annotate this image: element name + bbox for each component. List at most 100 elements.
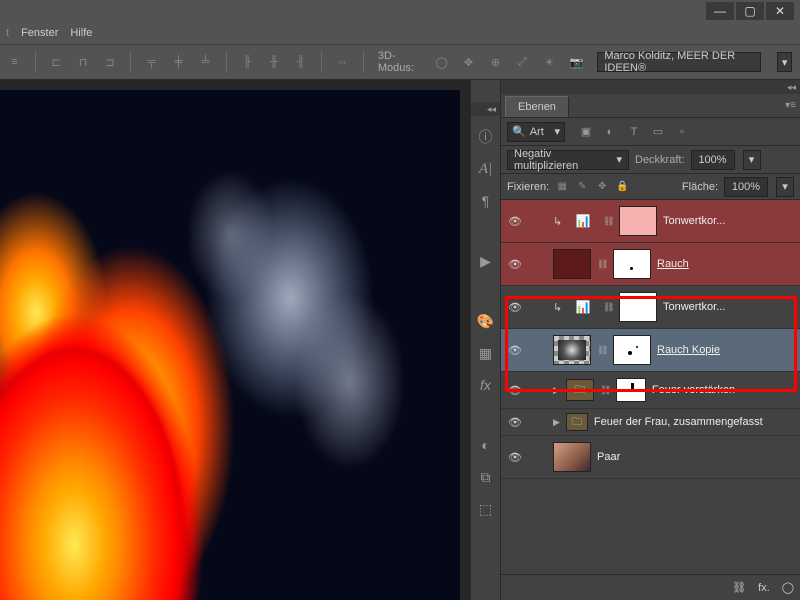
minimize-button[interactable]: — <box>706 2 734 20</box>
fill-label: Fläche: <box>682 181 718 193</box>
layer-row[interactable]: 👁 ▶ 🗀 ⛓ Feuer verstärken <box>501 372 800 409</box>
visibility-icon[interactable]: 👁 <box>507 414 523 430</box>
lock-row: Fixieren: ▦ ✎ ✥ 🔒 Fläche: 100% ▾ <box>501 174 800 200</box>
workspace-label: Marco Kolditz, MEER DER IDEEN® <box>604 50 754 74</box>
color-panel-icon[interactable]: ▦ <box>475 342 497 364</box>
dist-mid-icon[interactable]: ╪ <box>172 54 185 70</box>
layer-name[interactable]: Tonwertkor... <box>663 215 794 227</box>
lock-transparency-icon[interactable]: ▦ <box>555 180 569 194</box>
paths-panel-icon[interactable]: ⬚ <box>475 498 497 520</box>
fill-dropdown-icon[interactable]: ▾ <box>776 177 794 197</box>
dist-bot-icon[interactable]: ╧ <box>199 54 212 70</box>
workspace-dropdown-icon[interactable]: ▾ <box>777 52 792 72</box>
layer-thumb[interactable] <box>553 442 591 472</box>
layer-row[interactable]: 👁 ⛓ Rauch <box>501 243 800 286</box>
mode3d-label: 3D-Modus: <box>378 50 421 74</box>
layer-name[interactable]: Paar <box>597 451 794 463</box>
opacity-value[interactable]: 100% <box>691 150 735 170</box>
opacity-dropdown-icon[interactable]: ▾ <box>743 150 761 170</box>
layer-thumb[interactable] <box>553 335 591 365</box>
layer-row[interactable]: 👁 ↳ 📊 ⛓ Tonwertkor... <box>501 286 800 329</box>
layer-name[interactable]: Feuer verstärken <box>652 384 794 396</box>
fill-value[interactable]: 100% <box>724 177 768 197</box>
move3d-icon[interactable]: ⊕ <box>489 54 502 70</box>
camera-icon[interactable]: 📷 <box>570 54 584 70</box>
lock-position-icon[interactable]: ✥ <box>595 180 609 194</box>
layer-thumb[interactable] <box>553 249 591 279</box>
expand-icon[interactable]: ▶ <box>553 385 560 396</box>
dist-top-icon[interactable]: ╤ <box>145 54 158 70</box>
visibility-icon[interactable]: 👁 <box>507 382 523 398</box>
layer-name[interactable]: Rauch Kopie <box>657 344 794 356</box>
close-button[interactable]: ✕ <box>766 2 794 20</box>
layer-panel-bottom: ⛓ fx. ◯ <box>501 574 800 600</box>
menu-hilfe[interactable]: Hilfe <box>70 27 92 39</box>
light-icon[interactable]: ☀ <box>543 54 556 70</box>
dist-h3-icon[interactable]: ╢ <box>294 54 307 70</box>
mask-thumb[interactable] <box>613 335 651 365</box>
styles-panel-icon[interactable]: fx <box>475 374 497 396</box>
panel-menu-icon[interactable]: ▾≡ <box>785 100 796 111</box>
canvas-area[interactable] <box>0 80 470 600</box>
canvas[interactable] <box>0 90 460 600</box>
layer-row[interactable]: 👁 ↳ 📊 ⛓ Tonwertkor... <box>501 200 800 243</box>
filter-kind-select[interactable]: 🔍 Art ▾ <box>507 122 565 142</box>
space-icon[interactable]: ⇔ <box>336 54 349 70</box>
layer-row[interactable]: 👁 ▶ 🗀 Feuer der Frau, zusammengefasst <box>501 409 800 436</box>
layer-name[interactable]: Feuer der Frau, zusammengefasst <box>594 416 794 428</box>
lock-pixels-icon[interactable]: ✎ <box>575 180 589 194</box>
visibility-icon[interactable]: 👁 <box>507 299 523 315</box>
info-panel-icon[interactable]: ⓘ <box>475 126 497 148</box>
flame-graphic <box>0 90 340 600</box>
workspace-select[interactable]: Marco Kolditz, MEER DER IDEEN® <box>597 52 761 72</box>
adjustments-panel-icon[interactable]: ◐ <box>475 434 497 456</box>
visibility-icon[interactable]: 👁 <box>507 342 523 358</box>
fx-button[interactable]: fx. <box>758 582 770 594</box>
character-panel-icon[interactable]: A| <box>475 158 497 180</box>
mask-thumb[interactable] <box>619 292 657 322</box>
filter-image-icon[interactable]: ▣ <box>579 125 593 139</box>
align-icon[interactable]: ≡ <box>8 54 21 70</box>
filter-type-icon[interactable]: T <box>627 125 641 139</box>
layer-name[interactable]: Tonwertkor... <box>663 301 794 313</box>
pan-icon[interactable]: ✥ <box>462 54 475 70</box>
layer-list[interactable]: 👁 ↳ 📊 ⛓ Tonwertkor... 👁 ⛓ Rauch 👁 <box>501 200 800 574</box>
filter-adjust-icon[interactable]: ◐ <box>603 125 617 139</box>
menu-fenster[interactable]: Fenster <box>21 27 58 39</box>
orbit-icon[interactable]: ◯ <box>435 54 448 70</box>
folder-icon: 🗀 <box>566 379 594 401</box>
lock-all-icon[interactable]: 🔒 <box>615 180 629 194</box>
dist-h1-icon[interactable]: ╟ <box>241 54 254 70</box>
panel-collapse-icon[interactable]: ◂◂ <box>501 80 800 94</box>
mask-thumb[interactable] <box>613 249 651 279</box>
collapse-arrow-icon[interactable]: ◂◂ <box>471 102 500 116</box>
expand-icon[interactable]: ▶ <box>553 417 560 428</box>
blend-mode-select[interactable]: Negativ multiplizieren ▾ <box>507 150 629 170</box>
visibility-icon[interactable]: 👁 <box>507 256 523 272</box>
link-icon: ⛓ <box>597 345 607 356</box>
link-layers-icon[interactable]: ⛓ <box>732 581 746 594</box>
layer-name[interactable]: Rauch <box>657 258 794 270</box>
layers-collapsed-icon[interactable]: ⧉ <box>475 466 497 488</box>
filter-smart-icon[interactable]: ▫ <box>675 125 689 139</box>
align-right-icon[interactable]: ⊐ <box>103 54 116 70</box>
mask-thumb[interactable] <box>616 378 646 402</box>
scale3d-icon[interactable]: ⤢ <box>516 54 529 70</box>
visibility-icon[interactable]: 👁 <box>507 213 523 229</box>
mask-thumb[interactable] <box>619 206 657 236</box>
align-center-icon[interactable]: ⊓ <box>77 54 90 70</box>
play-icon[interactable]: ▶ <box>475 250 497 272</box>
align-left-icon[interactable]: ⊏ <box>50 54 63 70</box>
tab-ebenen[interactable]: Ebenen <box>505 96 569 117</box>
visibility-icon[interactable]: 👁 <box>507 449 523 465</box>
dist-h2-icon[interactable]: ╫ <box>268 54 281 70</box>
search-icon: 🔍 <box>512 125 526 138</box>
mask-button-icon[interactable]: ◯ <box>782 581 794 594</box>
filter-shape-icon[interactable]: ▭ <box>651 125 665 139</box>
layer-row[interactable]: 👁 ⛓ Rauch Kopie <box>501 329 800 372</box>
paragraph-panel-icon[interactable]: ¶ <box>475 190 497 212</box>
swatches-panel-icon[interactable]: 🎨 <box>475 310 497 332</box>
layer-row[interactable]: 👁 Paar <box>501 436 800 479</box>
blend-mode-label: Negativ multiplizieren <box>514 148 616 172</box>
maximize-button[interactable]: ▢ <box>736 2 764 20</box>
